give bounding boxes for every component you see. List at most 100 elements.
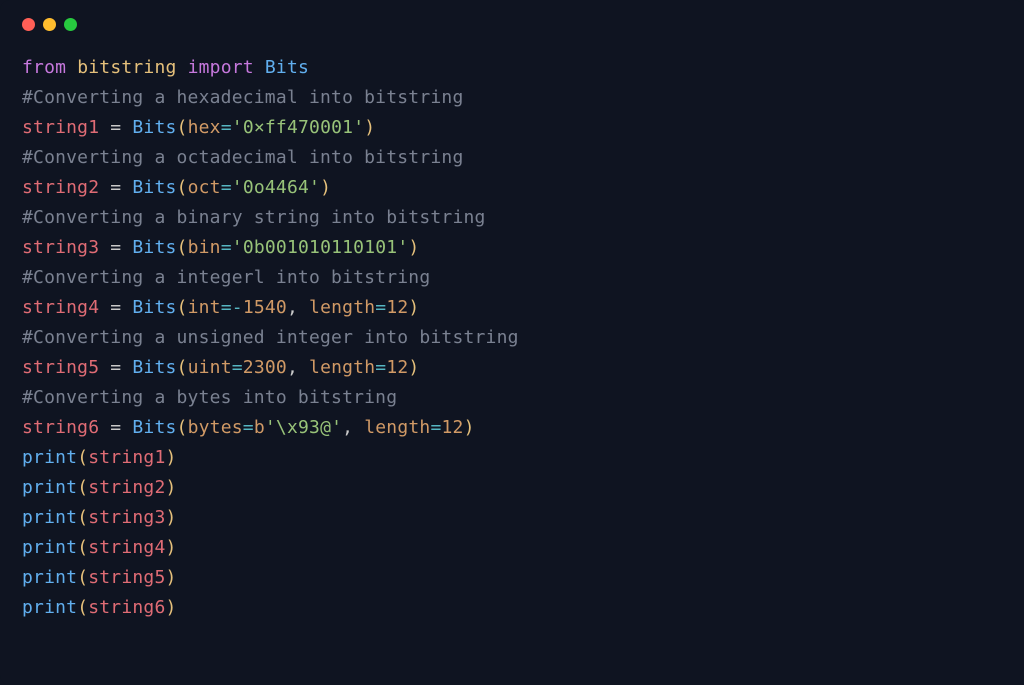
- lparen: (: [77, 537, 88, 558]
- lparen: (: [77, 567, 88, 588]
- comma: ,: [342, 417, 364, 438]
- line-18: print(string5): [22, 567, 177, 588]
- call-Bits: Bits: [132, 357, 176, 378]
- rparen: ): [464, 417, 475, 438]
- minimize-icon[interactable]: [43, 18, 56, 31]
- var-name: string6: [22, 417, 99, 438]
- num-len: 12: [386, 297, 408, 318]
- call-Bits: Bits: [132, 297, 176, 318]
- rparen: ): [408, 357, 419, 378]
- rparen: ): [320, 177, 331, 198]
- op-assign: =: [99, 177, 132, 198]
- rparen: ): [166, 567, 177, 588]
- bytes-prefix: b: [254, 417, 265, 438]
- close-icon[interactable]: [22, 18, 35, 31]
- var-name: string5: [22, 357, 99, 378]
- rparen: ): [166, 447, 177, 468]
- var-ref: string4: [88, 537, 165, 558]
- line-10: #Converting a unsigned integer into bits…: [22, 327, 519, 348]
- rparen: ): [166, 477, 177, 498]
- line-1: from bitstring import Bits: [22, 57, 309, 78]
- eq: =: [221, 177, 232, 198]
- eq: =: [375, 357, 386, 378]
- line-11: string5 = Bits(uint=2300, length=12): [22, 357, 419, 378]
- fn-print: print: [22, 477, 77, 498]
- num-int: 1540: [243, 297, 287, 318]
- comment: #Converting a binary string into bitstri…: [22, 207, 486, 228]
- var-ref: string5: [88, 567, 165, 588]
- comment: #Converting a bytes into bitstring: [22, 387, 397, 408]
- comment: #Converting a octadecimal into bitstring: [22, 147, 463, 168]
- comma: ,: [287, 297, 309, 318]
- rparen: ): [408, 297, 419, 318]
- kwarg-hex: hex: [188, 117, 221, 138]
- zoom-icon[interactable]: [64, 18, 77, 31]
- kwarg-length: length: [364, 417, 430, 438]
- rparen: ): [166, 507, 177, 528]
- eq: =: [232, 357, 243, 378]
- str-oct: '0o4464': [232, 177, 320, 198]
- kwarg-length: length: [309, 357, 375, 378]
- minus: -: [232, 297, 243, 318]
- op-assign: =: [99, 357, 132, 378]
- eq: =: [375, 297, 386, 318]
- kwarg-length: length: [309, 297, 375, 318]
- line-5: string2 = Bits(oct='0o4464'): [22, 177, 331, 198]
- line-4: #Converting a octadecimal into bitstring: [22, 147, 463, 168]
- line-7: string3 = Bits(bin='0b001010110101'): [22, 237, 419, 258]
- lparen: (: [177, 177, 188, 198]
- fn-print: print: [22, 537, 77, 558]
- fn-print: print: [22, 507, 77, 528]
- comment: #Converting a unsigned integer into bits…: [22, 327, 519, 348]
- class-Bits: Bits: [265, 57, 309, 78]
- line-8: #Converting a integerl into bitstring: [22, 267, 430, 288]
- lparen: (: [177, 357, 188, 378]
- call-Bits: Bits: [132, 117, 176, 138]
- op-assign: =: [99, 117, 132, 138]
- line-2: #Converting a hexadecimal into bitstring: [22, 87, 463, 108]
- eq: =: [221, 297, 232, 318]
- var-ref: string6: [88, 597, 165, 618]
- lparen: (: [177, 117, 188, 138]
- line-6: #Converting a binary string into bitstri…: [22, 207, 486, 228]
- rparen: ): [166, 597, 177, 618]
- code-window: from bitstring import Bits #Converting a…: [0, 0, 1024, 685]
- rparen: ): [364, 117, 375, 138]
- line-19: print(string6): [22, 597, 177, 618]
- lparen: (: [177, 237, 188, 258]
- line-13: string6 = Bits(bytes=b'\x93@', length=12…: [22, 417, 475, 438]
- var-ref: string1: [88, 447, 165, 468]
- num-len: 12: [442, 417, 464, 438]
- str-hex: '0×ff470001': [232, 117, 364, 138]
- kw-import: import: [188, 57, 254, 78]
- fn-print: print: [22, 597, 77, 618]
- line-12: #Converting a bytes into bitstring: [22, 387, 397, 408]
- str-bin: '0b001010110101': [232, 237, 409, 258]
- comment: #Converting a hexadecimal into bitstring: [22, 87, 463, 108]
- fn-print: print: [22, 447, 77, 468]
- var-ref: string2: [88, 477, 165, 498]
- op-assign: =: [99, 297, 132, 318]
- eq: =: [221, 237, 232, 258]
- call-Bits: Bits: [132, 237, 176, 258]
- op-assign: =: [99, 417, 132, 438]
- comma: ,: [287, 357, 309, 378]
- lparen: (: [77, 507, 88, 528]
- line-16: print(string3): [22, 507, 177, 528]
- rparen: ): [408, 237, 419, 258]
- line-14: print(string1): [22, 447, 177, 468]
- var-name: string2: [22, 177, 99, 198]
- eq: =: [430, 417, 441, 438]
- kwarg-bytes: bytes: [188, 417, 243, 438]
- num-len: 12: [386, 357, 408, 378]
- eq: =: [243, 417, 254, 438]
- kwarg-oct: oct: [188, 177, 221, 198]
- line-17: print(string4): [22, 537, 177, 558]
- kwarg-uint: uint: [188, 357, 232, 378]
- lparen: (: [177, 417, 188, 438]
- line-9: string4 = Bits(int=-1540, length=12): [22, 297, 419, 318]
- lparen: (: [77, 597, 88, 618]
- op-assign: =: [99, 237, 132, 258]
- call-Bits: Bits: [132, 177, 176, 198]
- comment: #Converting a integerl into bitstring: [22, 267, 430, 288]
